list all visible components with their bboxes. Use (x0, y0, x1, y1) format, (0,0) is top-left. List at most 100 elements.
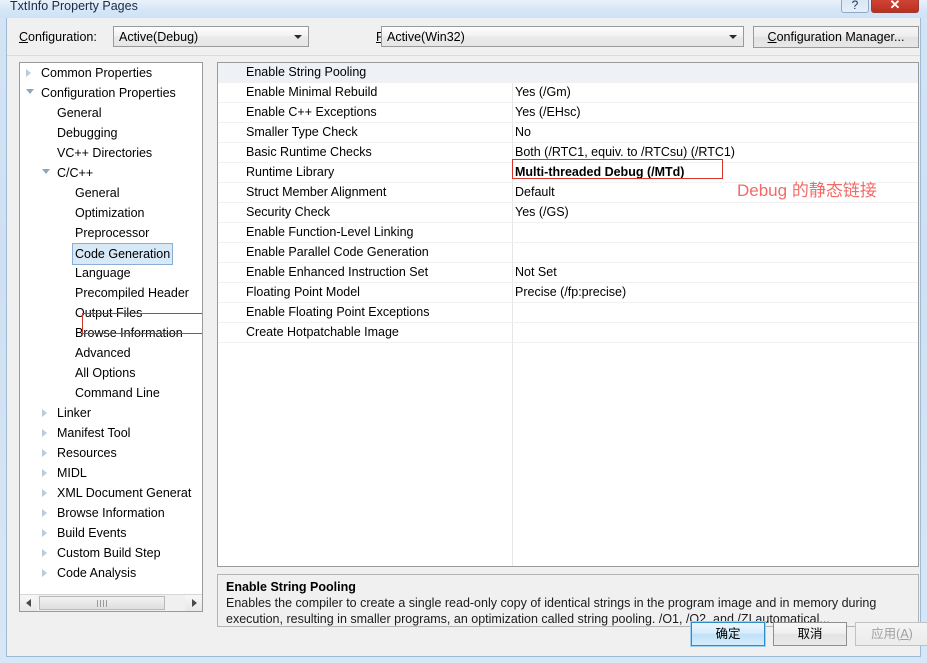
help-icon: ? (851, 0, 859, 12)
tree-item-build-events[interactable]: Build Events (20, 523, 202, 543)
property-name: Smaller Type Check (246, 125, 358, 139)
property-value[interactable]: Both (/RTC1, equiv. to /RTCsu) (/RTC1) (515, 143, 735, 162)
property-grid[interactable]: Enable String Pooling Enable Minimal Rebu… (217, 62, 919, 567)
tree-item-browse-information[interactable]: Browse Information (20, 323, 202, 343)
property-value[interactable]: Yes (/EHsc) (515, 103, 581, 122)
property-name: Security Check (246, 205, 331, 219)
chevron-down-icon[interactable] (26, 89, 34, 94)
configuration-toolbar: Configuration: Active(Debug) Platform: A… (7, 18, 920, 56)
properties-tree[interactable]: Common Properties Configuration Propertie… (19, 62, 203, 612)
property-row[interactable]: Basic Runtime Checks Both (/RTC1, equiv. … (218, 143, 918, 163)
property-value[interactable]: Yes (/GS) (515, 203, 569, 222)
property-row[interactable]: Enable C++ Exceptions Yes (/EHsc) (218, 103, 918, 123)
tree-item-preprocessor[interactable]: Preprocessor (20, 223, 202, 243)
property-row[interactable]: Security Check Yes (/GS) (218, 203, 918, 223)
tree-item-vc-directories[interactable]: VC++ Directories (20, 143, 202, 163)
property-value[interactable]: Default (515, 183, 555, 202)
tree-item-all-options[interactable]: All Options (20, 363, 202, 383)
tree-item-browse-information[interactable]: Browse Information (20, 503, 202, 523)
tree-item-language[interactable]: Language (20, 263, 202, 283)
property-row[interactable]: Enable Parallel Code Generation (218, 243, 918, 263)
tree-item-label: General (57, 106, 102, 120)
property-name: Enable Parallel Code Generation (246, 245, 429, 259)
property-name: Basic Runtime Checks (246, 145, 372, 159)
tree-item-label: All Options (75, 366, 136, 380)
apply-button[interactable]: 应用(A) (855, 622, 927, 646)
tree-item-code-generation[interactable]: Code Generation (20, 243, 202, 265)
tree-item-label: General (75, 186, 120, 200)
tree-item-general[interactable]: General (20, 183, 202, 203)
tree-item-general[interactable]: General (20, 103, 202, 123)
property-value[interactable]: Multi-threaded Debug (/MTd) (515, 163, 684, 182)
property-row[interactable]: Enable Enhanced Instruction Set Not Set (218, 263, 918, 283)
cancel-button[interactable]: 取消 (773, 622, 847, 646)
tree-item-label: C/C++ (57, 166, 94, 180)
tree-item-label: Precompiled Header (75, 286, 189, 300)
ok-button[interactable]: 确定 (690, 621, 766, 647)
tree-item-label: MIDL (57, 466, 87, 480)
property-row[interactable]: Enable Floating Point Exceptions (218, 303, 918, 323)
chevron-right-icon[interactable] (42, 529, 47, 537)
chevron-down-icon (294, 35, 302, 39)
chevron-right-icon[interactable] (42, 509, 47, 517)
property-value[interactable]: No (515, 123, 531, 142)
tree-item-label: Common Properties (41, 66, 153, 80)
tree-item-label: Resources (57, 446, 117, 460)
tree-item-resources[interactable]: Resources (20, 443, 202, 463)
close-icon: ✕ (889, 0, 901, 12)
tree-item-output-files[interactable]: Output Files (20, 303, 202, 323)
tree-item-command-line[interactable]: Command Line (20, 383, 202, 403)
help-button[interactable]: ? (841, 0, 869, 13)
property-name: Enable Minimal Rebuild (246, 85, 378, 99)
property-value[interactable]: Not Set (515, 263, 557, 282)
close-button[interactable]: ✕ (871, 0, 919, 13)
tree-item-midl[interactable]: MIDL (20, 463, 202, 483)
tree-item-label: Preprocessor (75, 226, 150, 240)
property-row[interactable]: Create Hotpatchable Image (218, 323, 918, 343)
chevron-right-icon[interactable] (42, 429, 47, 437)
window-title: TxtInfo Property Pages (10, 0, 138, 13)
tree-item-configuration-properties[interactable]: Configuration Properties (20, 83, 202, 103)
tree-item-xml-document-generat[interactable]: XML Document Generat (20, 483, 202, 503)
property-name: Create Hotpatchable Image (246, 325, 399, 339)
property-row[interactable]: Enable Minimal Rebuild Yes (/Gm) (218, 83, 918, 103)
property-value[interactable]: Precise (/fp:precise) (515, 283, 626, 302)
tree-item-linker[interactable]: Linker (20, 403, 202, 423)
chevron-right-icon[interactable] (26, 69, 31, 77)
tree-item-code-analysis[interactable]: Code Analysis (20, 563, 202, 583)
tree-horizontal-scrollbar[interactable] (20, 594, 202, 611)
property-row[interactable]: Enable Function-Level Linking (218, 223, 918, 243)
tree-item-custom-build-step[interactable]: Custom Build Step (20, 543, 202, 563)
configuration-manager-button[interactable]: Configuration Manager... (753, 26, 919, 48)
chevron-down-icon[interactable] (42, 169, 50, 174)
configuration-label: Configuration: (19, 30, 97, 44)
property-row[interactable]: Struct Member Alignment Default (218, 183, 918, 203)
apply-label-prefix: 应用( (871, 627, 901, 641)
tree-item-debugging[interactable]: Debugging (20, 123, 202, 143)
scroll-right-icon[interactable] (185, 595, 202, 611)
platform-value: Active(Win32) (387, 30, 465, 44)
tree-item-c-c[interactable]: C/C++ (20, 163, 202, 183)
tree-item-label: Output Files (75, 306, 143, 320)
scrollbar-thumb[interactable] (39, 596, 165, 610)
chevron-right-icon[interactable] (42, 469, 47, 477)
configuration-value: Active(Debug) (119, 30, 199, 44)
property-row[interactable]: Runtime Library Multi-threaded Debug (/MT… (218, 163, 918, 183)
tree-item-advanced[interactable]: Advanced (20, 343, 202, 363)
chevron-right-icon[interactable] (42, 569, 47, 577)
property-row[interactable]: Enable String Pooling (218, 63, 918, 83)
tree-item-precompiled-header[interactable]: Precompiled Header (20, 283, 202, 303)
chevron-right-icon[interactable] (42, 409, 47, 417)
property-value[interactable]: Yes (/Gm) (515, 83, 571, 102)
tree-item-manifest-tool[interactable]: Manifest Tool (20, 423, 202, 443)
platform-dropdown[interactable]: Active(Win32) (381, 26, 744, 47)
chevron-right-icon[interactable] (42, 449, 47, 457)
scroll-left-icon[interactable] (20, 595, 37, 611)
tree-item-optimization[interactable]: Optimization (20, 203, 202, 223)
tree-item-common-properties[interactable]: Common Properties (20, 63, 202, 83)
chevron-right-icon[interactable] (42, 489, 47, 497)
property-row[interactable]: Smaller Type Check No (218, 123, 918, 143)
chevron-right-icon[interactable] (42, 549, 47, 557)
property-row[interactable]: Floating Point Model Precise (/fp:precise… (218, 283, 918, 303)
configuration-dropdown[interactable]: Active(Debug) (113, 26, 309, 47)
